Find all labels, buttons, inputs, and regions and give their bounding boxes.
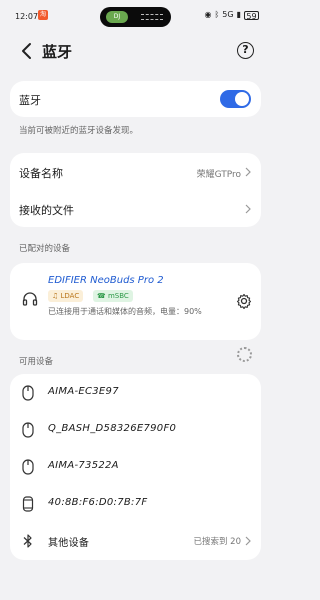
battery-icon: 59 bbox=[244, 10, 259, 21]
codec-label: mSBC bbox=[107, 292, 129, 300]
received-files-label: 接收的文件 bbox=[19, 204, 74, 217]
eye-icon: ◉ bbox=[204, 10, 212, 19]
chevron-right-icon bbox=[245, 536, 251, 546]
available-device-name: AIMA-73522A bbox=[48, 460, 119, 471]
codec-badge-msbc: ☎ mSBC bbox=[93, 290, 133, 302]
audio-wave-icon bbox=[141, 14, 163, 20]
available-device-row[interactable]: Q_BASH_D58326E790F0 bbox=[10, 411, 261, 449]
island-media-icon: DJ bbox=[106, 11, 128, 23]
available-device-name: Q_BASH_D58326E790F0 bbox=[48, 423, 177, 434]
device-name-label: 设备名称 bbox=[19, 167, 63, 180]
bluetooth-toggle[interactable] bbox=[220, 90, 251, 108]
app-notification-icon: 淘 bbox=[38, 10, 48, 20]
toggle-knob bbox=[235, 92, 249, 106]
dynamic-island[interactable]: DJ bbox=[100, 7, 171, 27]
available-device-row[interactable]: AIMA-73522A bbox=[10, 448, 261, 486]
mouse-icon bbox=[22, 385, 34, 401]
settings-card: 设备名称 荣耀GTPro 接收的文件 bbox=[10, 153, 261, 227]
bluetooth-toggle-card: 蓝牙 bbox=[10, 81, 261, 117]
wifi-icon: ▮ bbox=[236, 10, 241, 19]
paired-device-status: 已连接用于通话和媒体的音频，电量：90% bbox=[48, 307, 202, 316]
bluetooth-icon bbox=[23, 534, 32, 548]
paired-device-name: EDIFIER NeoBuds Pro 2 bbox=[48, 275, 164, 286]
generic-device-icon bbox=[22, 496, 34, 512]
available-device-name: 40:8B:F6:D0:7B:7F bbox=[48, 497, 148, 508]
available-device-name: AIMA-EC3E97 bbox=[48, 386, 119, 397]
other-devices-row[interactable]: 其他设备 已搜索到 20 bbox=[10, 522, 261, 560]
gear-icon[interactable] bbox=[236, 293, 252, 309]
received-files-row[interactable]: 接收的文件 bbox=[10, 190, 261, 227]
other-devices-label: 其他设备 bbox=[48, 538, 90, 549]
mouse-icon bbox=[22, 422, 34, 438]
bluetooth-status-icon: ᛒ bbox=[214, 10, 220, 19]
available-device-row[interactable]: 40:8B:F6:D0:7B:7F bbox=[10, 485, 261, 523]
help-circle-icon[interactable]: ? bbox=[237, 42, 254, 59]
paired-device-card[interactable]: EDIFIER NeoBuds Pro 2 ♫ LDAC ☎ mSBC 已连接用… bbox=[10, 263, 261, 340]
chevron-right-icon bbox=[245, 167, 251, 177]
codec-badge-ldac: ♫ LDAC bbox=[48, 290, 84, 302]
other-devices-count: 已搜索到 20 bbox=[193, 537, 241, 547]
device-name-row[interactable]: 设备名称 荣耀GTPro bbox=[10, 153, 261, 190]
chevron-left-icon[interactable] bbox=[19, 42, 35, 60]
discoverable-hint: 当前可被附近的蓝牙设备发现。 bbox=[19, 126, 139, 136]
status-bar: 12:07 淘 DJ ◉ ᛒ 5G ▮ 59 bbox=[0, 0, 271, 32]
available-device-row[interactable]: AIMA-EC3E97 bbox=[10, 374, 261, 412]
codec-label: LDAC bbox=[60, 292, 80, 300]
paired-section-title: 已配对的设备 bbox=[19, 244, 71, 254]
device-name-value: 荣耀GTPro bbox=[196, 170, 241, 180]
available-devices-card: AIMA-EC3E97 Q_BASH_D58326E790F0 AIMA-735… bbox=[10, 374, 261, 560]
chevron-right-icon bbox=[245, 204, 251, 214]
status-time: 12:07 bbox=[15, 12, 39, 21]
status-icons: ◉ ᛒ 5G ▮ 59 bbox=[204, 10, 259, 21]
bluetooth-toggle-label: 蓝牙 bbox=[19, 94, 41, 107]
page-title: 蓝牙 bbox=[42, 43, 73, 61]
mouse-icon bbox=[22, 459, 34, 475]
network-label: 5G bbox=[222, 10, 234, 19]
headphone-icon bbox=[22, 292, 38, 306]
available-section-title: 可用设备 bbox=[19, 357, 54, 367]
header: 蓝牙 ? bbox=[0, 36, 271, 66]
searching-spinner-icon bbox=[237, 347, 252, 362]
